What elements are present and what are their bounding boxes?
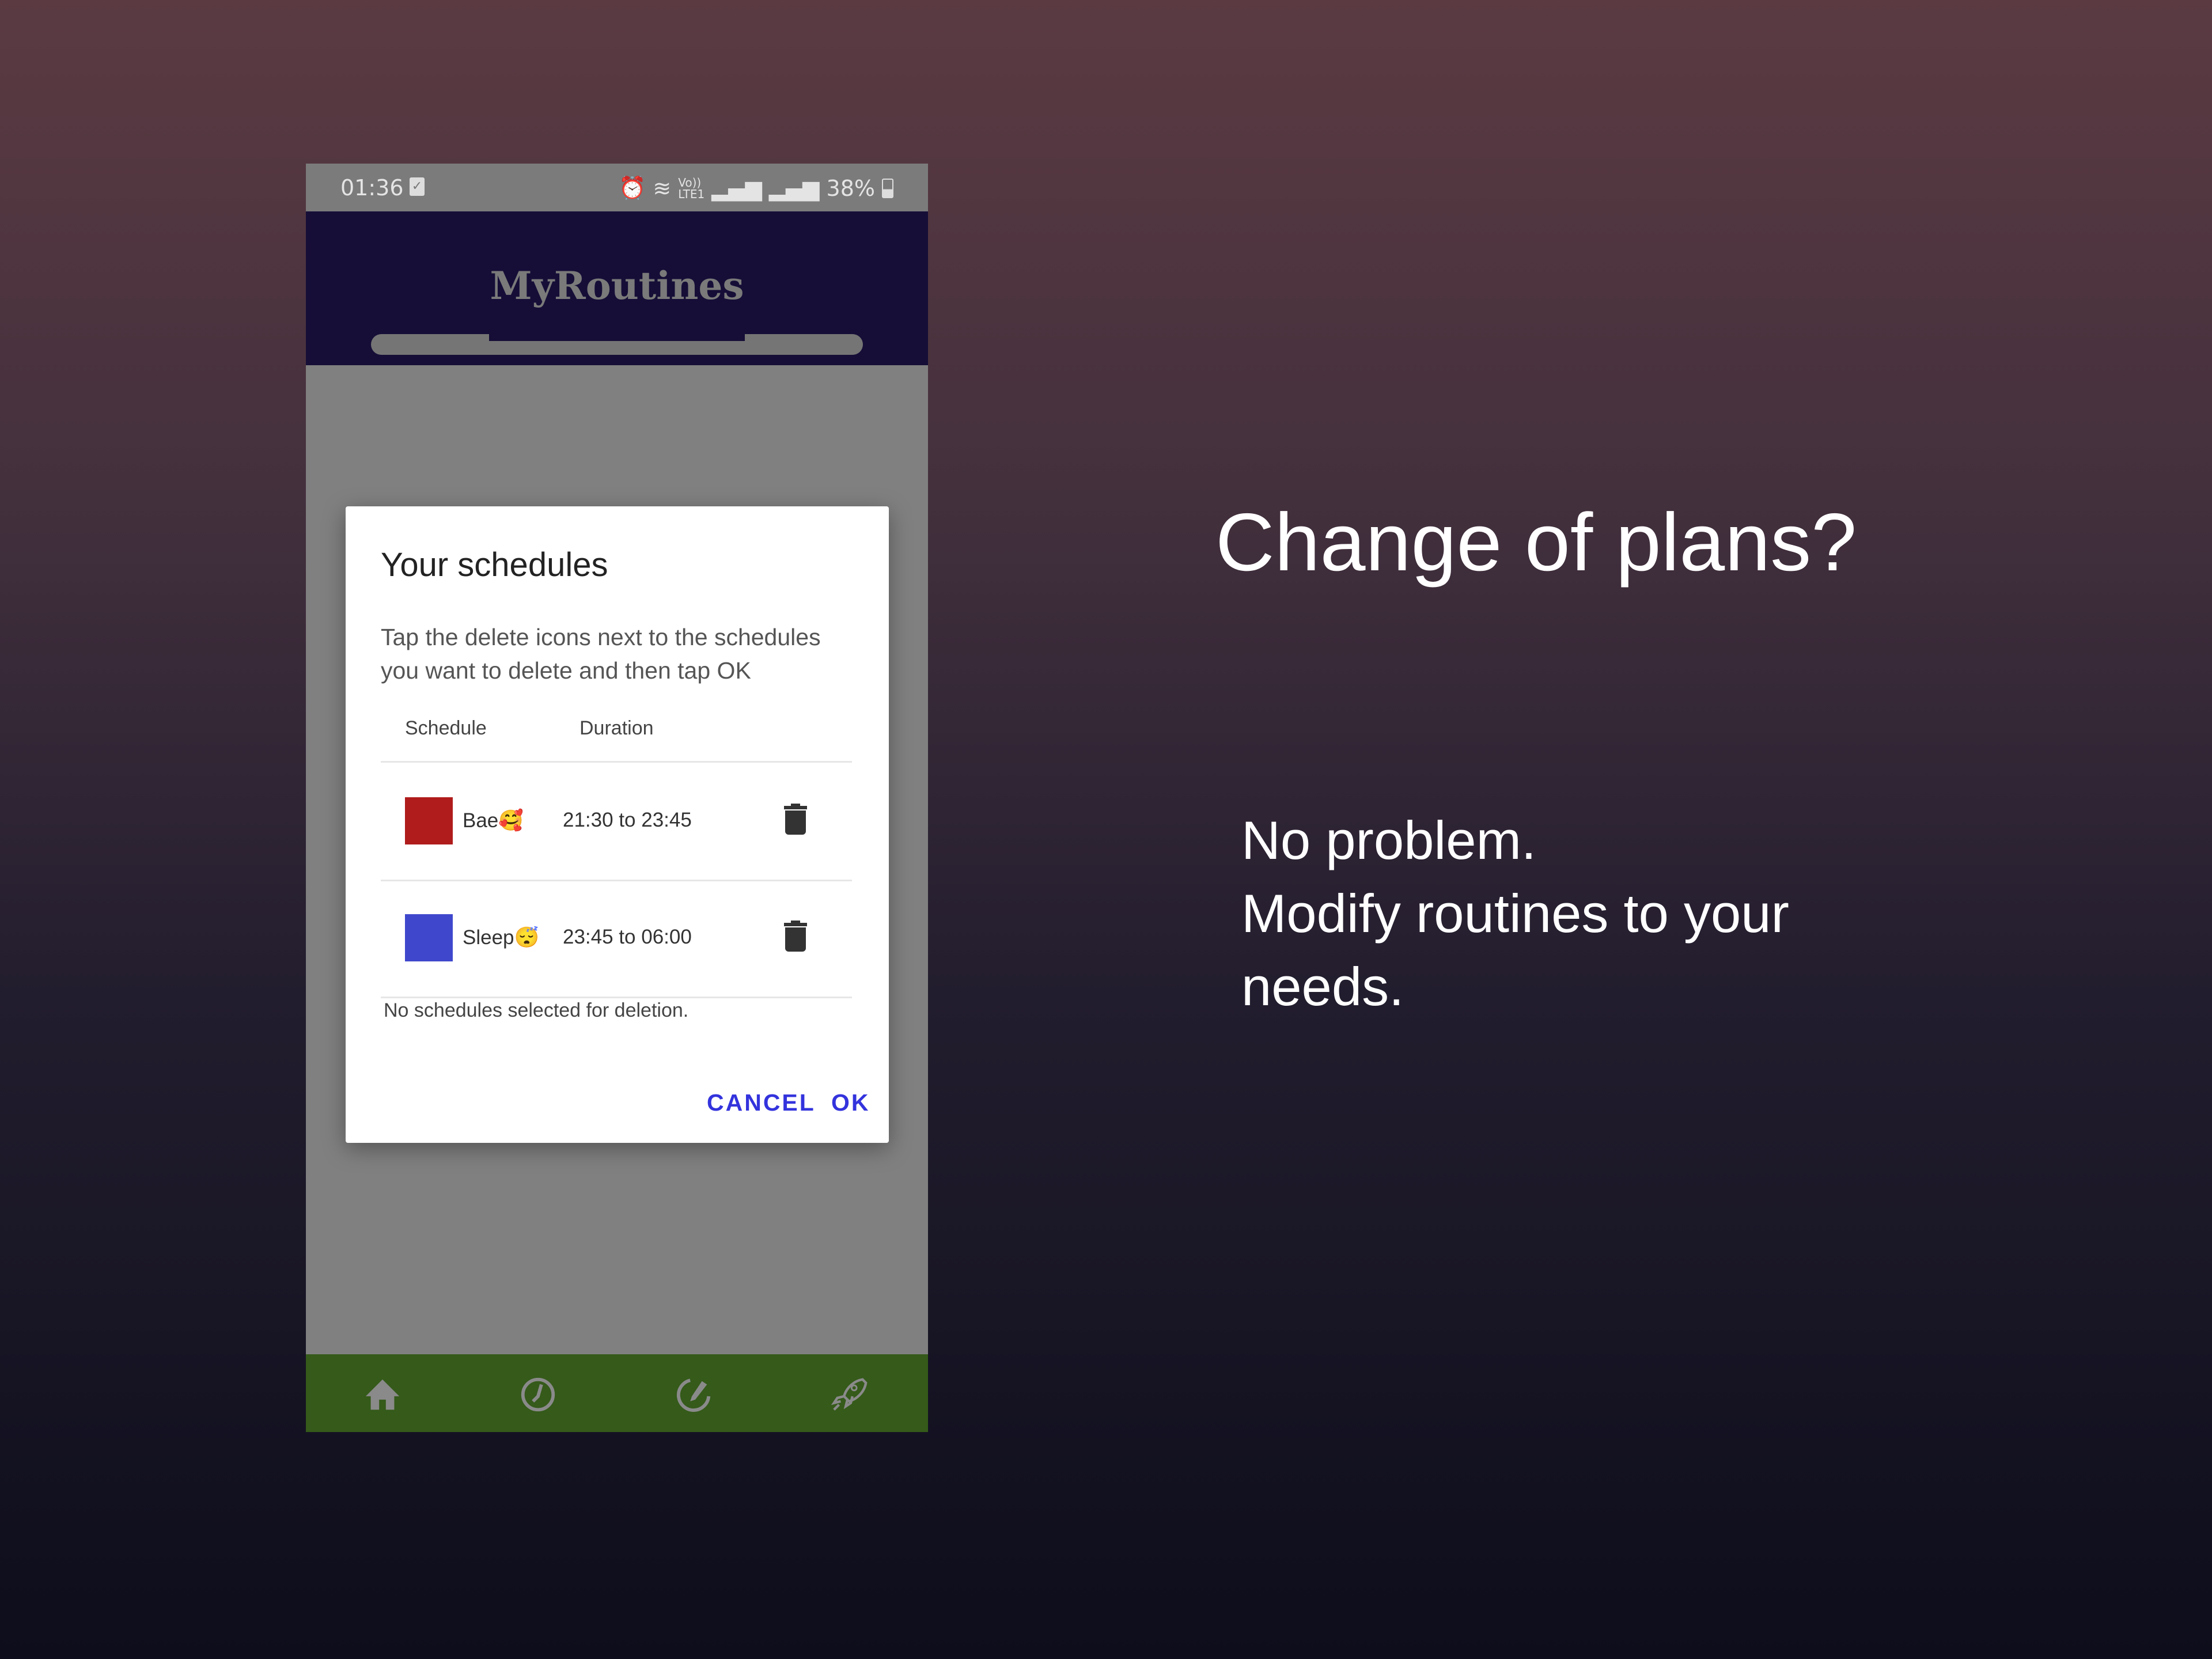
battery-icon bbox=[882, 178, 893, 198]
schedules-dialog: Your schedules Tap the delete icons next… bbox=[346, 506, 889, 1143]
status-bar: 01:36 ✓ ⏰ ≋ Vo)) LTE1 ▂▄▆ ▂▄▆ 38% bbox=[306, 164, 928, 211]
divider bbox=[381, 997, 852, 998]
color-swatch bbox=[405, 797, 453, 844]
bottom-nav bbox=[306, 1354, 928, 1432]
clock-icon[interactable] bbox=[518, 1374, 558, 1415]
trash-icon[interactable] bbox=[784, 804, 807, 835]
wifi-icon: ≋ bbox=[653, 175, 672, 201]
schedule-name: Sleep😴 bbox=[463, 926, 540, 949]
promo-line-1: No problem. bbox=[1241, 810, 1536, 870]
edit-icon[interactable] bbox=[673, 1374, 714, 1415]
table-row: Sleep😴 23:45 to 06:00 bbox=[381, 882, 852, 997]
app-title: MyRoutines bbox=[490, 263, 744, 308]
column-header-schedule: Schedule bbox=[405, 717, 487, 739]
promo-line-3: needs. bbox=[1241, 956, 1404, 1017]
battery-percent: 38% bbox=[826, 175, 875, 201]
checkbox-notification-icon: ✓ bbox=[410, 177, 425, 196]
schedule-duration: 23:45 to 06:00 bbox=[563, 926, 692, 948]
app-header: MyRoutines bbox=[306, 211, 928, 365]
ok-button[interactable]: OK bbox=[831, 1089, 870, 1116]
promo-line-2: Modify routines to your bbox=[1241, 883, 1789, 944]
dialog-title: Your schedules bbox=[381, 546, 608, 584]
signal-icon: ▂▄▆ bbox=[711, 175, 762, 201]
divider bbox=[381, 761, 852, 763]
trash-icon[interactable] bbox=[784, 921, 807, 952]
network-label: Vo)) LTE1 bbox=[678, 177, 704, 200]
schedule-name: Bae🥰 bbox=[463, 809, 524, 832]
rocket-icon[interactable] bbox=[829, 1374, 869, 1415]
dialog-description: Tap the delete icons next to the schedul… bbox=[381, 624, 821, 684]
column-header-duration: Duration bbox=[579, 717, 654, 739]
divider bbox=[381, 880, 852, 881]
deletion-status: No schedules selected for deletion. bbox=[384, 999, 689, 1021]
status-time: 01:36 bbox=[340, 175, 404, 200]
table-row: Bae🥰 21:30 to 23:45 bbox=[381, 765, 852, 880]
tab-indicator[interactable] bbox=[371, 334, 863, 355]
lte-label: LTE1 bbox=[678, 187, 705, 201]
alarm-icon: ⏰ bbox=[619, 175, 646, 200]
promo-headline: Change of plans? bbox=[1215, 497, 1857, 588]
schedule-duration: 21:30 to 23:45 bbox=[563, 809, 692, 831]
cancel-button[interactable]: CANCEL bbox=[707, 1089, 816, 1116]
promo-subtext: No problem. Modify routines to your need… bbox=[1241, 804, 1789, 1023]
home-icon[interactable] bbox=[362, 1374, 403, 1415]
tab-notch bbox=[489, 334, 745, 341]
color-swatch bbox=[405, 914, 453, 961]
signal-icon-2: ▂▄▆ bbox=[768, 175, 820, 201]
